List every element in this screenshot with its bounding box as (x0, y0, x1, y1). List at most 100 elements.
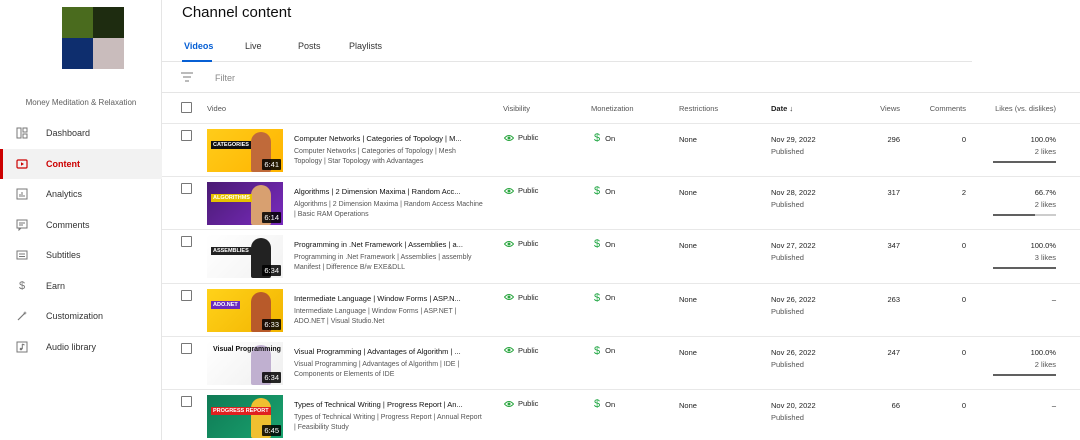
tab-videos[interactable]: Videos (184, 41, 213, 51)
video-thumbnail[interactable]: PROGRESS REPORT 6:45 (207, 395, 283, 438)
sidebar-item-label: Customization (46, 311, 104, 322)
monetization-dollar-icon: $ (594, 185, 601, 198)
table-row[interactable]: PROGRESS REPORT 6:45 Types of Technical … (162, 390, 1080, 440)
visibility-dropdown[interactable]: Public (504, 346, 538, 355)
sidebar-item-analytics[interactable]: Analytics (0, 179, 162, 210)
visibility-label: Public (518, 186, 539, 196)
sidebar-item-customization[interactable]: Customization (0, 301, 162, 332)
monetization-status[interactable]: $ On (594, 345, 615, 357)
restrictions-value: None (679, 347, 697, 357)
tab-posts[interactable]: Posts (298, 41, 321, 51)
column-header-date[interactable]: Date ↓ (771, 104, 793, 113)
views-count: 66 (891, 401, 900, 410)
earn-icon: $ (18, 279, 26, 292)
video-title[interactable]: Types of Technical Writing | Progress Re… (294, 400, 484, 409)
column-header-restrictions: Restrictions (679, 104, 719, 113)
video-title[interactable]: Programming in .Net Framework | Assembli… (294, 240, 484, 249)
likes-percentage: 66.7% (1034, 188, 1056, 198)
thumbnail-badge: ALGORITHMS (211, 194, 252, 203)
comments-count[interactable]: 0 (922, 241, 966, 250)
sidebar-item-label: Analytics (46, 189, 83, 200)
monetization-status[interactable]: $ On (594, 398, 615, 410)
thumbnail-badge: ADO.NET (211, 300, 240, 309)
column-header-monetization: Monetization (591, 104, 634, 113)
comments-count[interactable]: 2 (922, 188, 966, 197)
column-header-likes[interactable]: Likes (vs. dislikes) (986, 104, 1056, 113)
filter-icon[interactable] (181, 72, 193, 82)
visibility-dropdown[interactable]: Public (504, 133, 538, 142)
visibility-dropdown[interactable]: Public (504, 186, 538, 195)
row-checkbox[interactable] (181, 183, 192, 195)
tab-live[interactable]: Live (245, 41, 262, 51)
table-row[interactable]: Visual Programming 6:34 Visual Programmi… (162, 337, 1080, 390)
sidebar-item-dashboard[interactable]: Dashboard (0, 118, 162, 149)
views-count: 263 (887, 294, 900, 304)
filter-bar[interactable]: Filter (162, 63, 1080, 93)
active-tab-indicator (182, 60, 212, 62)
video-thumbnail[interactable]: ADO.NET 6:33 (207, 288, 283, 332)
comments-count[interactable]: 0 (922, 401, 966, 410)
monetization-status[interactable]: $ On (594, 132, 615, 144)
monetization-dollar-icon: $ (594, 398, 601, 410)
table-row[interactable]: ADO.NET 6:33 Intermediate Language | Win… (162, 284, 1080, 337)
sidebar-item-comments[interactable]: Comments (0, 210, 162, 241)
tab-playlists[interactable]: Playlists (349, 41, 382, 51)
comments-count[interactable]: 0 (922, 348, 966, 357)
monetization-status[interactable]: $ On (594, 292, 615, 304)
restrictions-value: None (679, 241, 697, 251)
likes-count: 2 likes (1034, 359, 1056, 369)
monetization-dollar-icon: $ (594, 344, 601, 357)
video-thumbnail[interactable]: Visual Programming 6:34 (207, 341, 283, 385)
filter-input[interactable]: Filter (215, 73, 235, 83)
video-thumbnail[interactable]: CATEGORIES 6:41 (207, 129, 283, 172)
row-checkbox[interactable] (181, 396, 192, 407)
publish-status: Published (771, 200, 804, 210)
publish-status: Published (771, 306, 804, 316)
row-checkbox[interactable] (181, 236, 192, 248)
restrictions-value: None (679, 401, 697, 410)
row-checkbox[interactable] (181, 289, 192, 301)
monetization-label: On (605, 239, 616, 249)
monetization-dollar-icon: $ (594, 132, 601, 144)
likes-percentage: 100.0% (1030, 241, 1056, 251)
sidebar-item-earn[interactable]: $ Earn (0, 271, 162, 302)
dashboard-icon (16, 127, 28, 139)
video-title[interactable]: Computer Networks | Categories of Topolo… (294, 134, 484, 143)
video-description: Computer Networks | Categories of Topolo… (294, 148, 456, 165)
select-all-checkbox[interactable] (181, 102, 192, 113)
sidebar-item-content[interactable]: Content (0, 148, 162, 179)
row-checkbox[interactable] (181, 342, 192, 354)
sidebar-nav: Dashboard Content Analytics Comments Sub… (0, 118, 162, 362)
subtitles-icon (16, 249, 28, 261)
monetization-status[interactable]: $ On (594, 185, 615, 197)
table-row[interactable]: ASSEMBLIES 6:34 Programming in .Net Fram… (162, 230, 1080, 283)
visibility-dropdown[interactable]: Public (504, 399, 538, 408)
video-thumbnail[interactable]: ASSEMBLIES 6:34 (207, 235, 283, 279)
customization-icon (16, 310, 28, 322)
comments-count[interactable]: 0 (922, 135, 966, 144)
monetization-label: On (605, 293, 616, 303)
publish-status: Published (771, 147, 804, 156)
visibility-dropdown[interactable]: Public (504, 239, 538, 248)
video-title[interactable]: Visual Programming | Advantages of Algor… (294, 347, 484, 356)
sidebar-item-audio-library[interactable]: Audio library (0, 332, 162, 363)
video-title[interactable]: Intermediate Language | Window Forms | A… (294, 294, 484, 303)
video-thumbnail[interactable]: ALGORITHMS 6:14 (207, 182, 283, 226)
page-title: Channel content (182, 4, 292, 21)
visibility-dropdown[interactable]: Public (504, 293, 538, 302)
row-checkbox[interactable] (181, 130, 192, 141)
table-row[interactable]: ALGORITHMS 6:14 Algorithms | 2 Dimension… (162, 177, 1080, 230)
video-date: Nov 26, 2022 (771, 347, 816, 357)
likes-percentage: – (1051, 401, 1056, 410)
channel-avatar[interactable] (62, 7, 124, 69)
column-header-views[interactable]: Views (842, 104, 900, 113)
table-row[interactable]: CATEGORIES 6:41 Computer Networks | Cate… (162, 124, 1080, 177)
video-date: Nov 28, 2022 (771, 188, 816, 198)
sidebar-item-label: Audio library (46, 341, 97, 352)
monetization-status[interactable]: $ On (594, 238, 615, 250)
video-title[interactable]: Algorithms | 2 Dimension Maxima | Random… (294, 187, 484, 196)
column-header-comments[interactable]: Comments (916, 104, 966, 113)
column-header-visibility: Visibility (503, 104, 530, 113)
comments-count[interactable]: 0 (922, 295, 966, 304)
sidebar-item-subtitles[interactable]: Subtitles (0, 240, 162, 271)
